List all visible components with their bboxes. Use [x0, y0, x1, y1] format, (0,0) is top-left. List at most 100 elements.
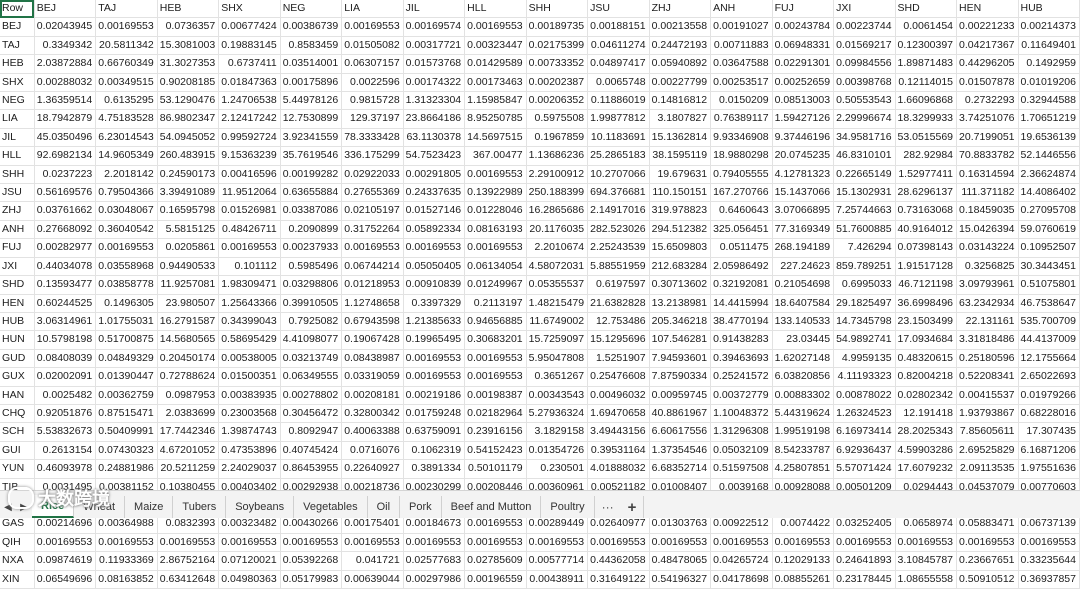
value-cell[interactable]: 0.00169553	[403, 349, 466, 369]
value-cell[interactable]: 111.371182	[956, 183, 1019, 203]
value-cell[interactable]: 23.8664186	[403, 109, 466, 129]
value-cell[interactable]: 3.31818486	[956, 330, 1019, 350]
value-cell[interactable]: 110.150151	[649, 183, 712, 203]
value-cell[interactable]: 1.48215479	[526, 294, 589, 313]
column-header-cell[interactable]: JIL	[403, 0, 466, 19]
value-cell[interactable]: 0.00169553	[1018, 533, 1080, 553]
value-cell[interactable]: 0.10952507	[1018, 238, 1080, 258]
value-cell[interactable]: 6.92936437	[833, 441, 896, 461]
value-cell[interactable]: 0.18459035	[956, 201, 1019, 221]
value-cell[interactable]: 15.1362814	[649, 128, 712, 148]
value-cell[interactable]: 0.00206352	[526, 91, 589, 111]
value-cell[interactable]: 0.00219186	[403, 386, 466, 405]
value-cell[interactable]: 0.041721	[341, 551, 404, 571]
value-cell[interactable]: 0.34399043	[218, 312, 281, 332]
value-cell[interactable]: 0.00169553	[341, 238, 404, 258]
value-cell[interactable]: 0.04897417	[587, 54, 650, 74]
value-cell[interactable]: 0.03143224	[956, 238, 1019, 258]
value-cell[interactable]: 0.00538005	[218, 349, 281, 369]
value-cell[interactable]: 12.191418	[895, 404, 958, 424]
value-cell[interactable]: 0.20450174	[157, 349, 220, 369]
value-cell[interactable]: 70.8833782	[956, 146, 1019, 166]
sheet-tab[interactable]: Soybeans	[226, 496, 295, 518]
value-cell[interactable]: 0.00202387	[526, 73, 589, 93]
value-cell[interactable]: 2.24029037	[218, 459, 281, 479]
value-cell[interactable]: 8.54233787	[772, 441, 835, 461]
value-cell[interactable]: 0.01354726	[526, 441, 589, 461]
value-cell[interactable]: 0.6460643	[710, 201, 773, 221]
value-cell[interactable]: 0.22640927	[341, 459, 404, 479]
value-cell[interactable]: 35.7619546	[280, 146, 343, 166]
value-cell[interactable]: 34.9581716	[833, 128, 896, 148]
value-cell[interactable]: 0.51597508	[710, 459, 773, 479]
value-cell[interactable]: 17.307435	[1018, 422, 1080, 442]
value-cell[interactable]: 0.02922033	[341, 165, 404, 185]
value-cell[interactable]: 0.00253517	[710, 73, 773, 93]
value-cell[interactable]: 1.37354546	[649, 441, 712, 461]
value-cell[interactable]: 1.5251907	[587, 349, 650, 369]
value-cell[interactable]: 0.50409991	[95, 422, 158, 442]
value-cell[interactable]: 9.93346908	[710, 128, 773, 148]
value-cell[interactable]: 0.03298806	[280, 275, 343, 295]
value-cell[interactable]: 0.03647588	[710, 54, 773, 74]
value-cell[interactable]: 0.00169553	[772, 533, 835, 553]
value-cell[interactable]: 0.33235644	[1018, 551, 1080, 571]
value-cell[interactable]: 0.66760349	[95, 54, 158, 74]
value-cell[interactable]: 0.11933369	[95, 551, 158, 571]
value-cell[interactable]: 0.32800342	[341, 404, 404, 424]
value-cell[interactable]: 0.00282977	[34, 238, 97, 258]
value-cell[interactable]: 5.88551959	[587, 257, 650, 277]
value-cell[interactable]: 0.39463693	[710, 349, 773, 369]
value-cell[interactable]: 0.08408039	[34, 349, 97, 369]
value-cell[interactable]: 0.24472193	[649, 36, 712, 56]
value-cell[interactable]: 0.63759091	[403, 422, 466, 442]
value-cell[interactable]: 0.04178698	[710, 570, 773, 589]
column-header-cell[interactable]: SHD	[895, 0, 958, 19]
value-cell[interactable]: 0.00199282	[280, 165, 343, 185]
value-cell[interactable]: 0.04265724	[710, 551, 773, 571]
value-cell[interactable]: 59.0760619	[1018, 220, 1080, 240]
value-cell[interactable]: 16.2865686	[526, 201, 589, 221]
value-cell[interactable]: 0.00191027	[710, 17, 773, 37]
value-cell[interactable]: 0.08163852	[95, 570, 158, 589]
value-cell[interactable]: 0.08438987	[341, 349, 404, 369]
value-cell[interactable]: 44.4137009	[1018, 330, 1080, 350]
value-cell[interactable]: 5.44319624	[772, 404, 835, 424]
value-cell[interactable]: 0.05032109	[710, 441, 773, 461]
row-label-cell[interactable]: CHQ	[0, 404, 35, 424]
value-cell[interactable]: 0.01429589	[464, 54, 527, 74]
column-header-cell[interactable]: FUJ	[772, 0, 835, 19]
value-cell[interactable]: 0.04217367	[956, 36, 1019, 56]
value-cell[interactable]: 0.05050405	[403, 257, 466, 277]
value-cell[interactable]: 0.01500351	[218, 367, 281, 387]
value-cell[interactable]: 0.01390447	[95, 367, 158, 387]
value-cell[interactable]: 0.00878022	[833, 386, 896, 405]
value-cell[interactable]: 0.36937857	[1018, 570, 1080, 589]
value-cell[interactable]: 0.06549696	[34, 570, 97, 589]
value-cell[interactable]: 0.46093978	[34, 459, 97, 479]
value-cell[interactable]: 0.00169553	[956, 533, 1019, 553]
value-cell[interactable]: 14.5680565	[157, 330, 220, 350]
value-cell[interactable]: 0.00496032	[587, 386, 650, 405]
value-cell[interactable]: 294.512382	[649, 220, 712, 240]
value-cell[interactable]: 0.00711883	[710, 36, 773, 56]
value-cell[interactable]: 1.99877812	[587, 109, 650, 129]
value-cell[interactable]: 1.24706538	[218, 91, 281, 111]
value-cell[interactable]: 0.92051876	[34, 404, 97, 424]
value-cell[interactable]: 5.27936324	[526, 404, 589, 424]
value-cell[interactable]: 9.37446196	[772, 128, 835, 148]
value-cell[interactable]: 0.00174322	[403, 73, 466, 93]
value-cell[interactable]: 0.23003568	[218, 404, 281, 424]
value-cell[interactable]: 1.10048372	[710, 404, 773, 424]
value-cell[interactable]: 25.2865183	[587, 146, 650, 166]
value-cell[interactable]: 0.01218953	[341, 275, 404, 295]
value-cell[interactable]: 0.00169553	[403, 238, 466, 258]
column-header-cell[interactable]: JXI	[833, 0, 896, 19]
value-cell[interactable]: 0.50553543	[833, 91, 896, 111]
value-cell[interactable]: 11.6749002	[526, 312, 589, 332]
value-cell[interactable]: 4.01888032	[587, 459, 650, 479]
value-cell[interactable]: 0.00883302	[772, 386, 835, 405]
value-cell[interactable]: 0.94656885	[464, 312, 527, 332]
value-cell[interactable]: 23.03445	[772, 330, 835, 350]
value-cell[interactable]: 0.6737411	[218, 54, 281, 74]
